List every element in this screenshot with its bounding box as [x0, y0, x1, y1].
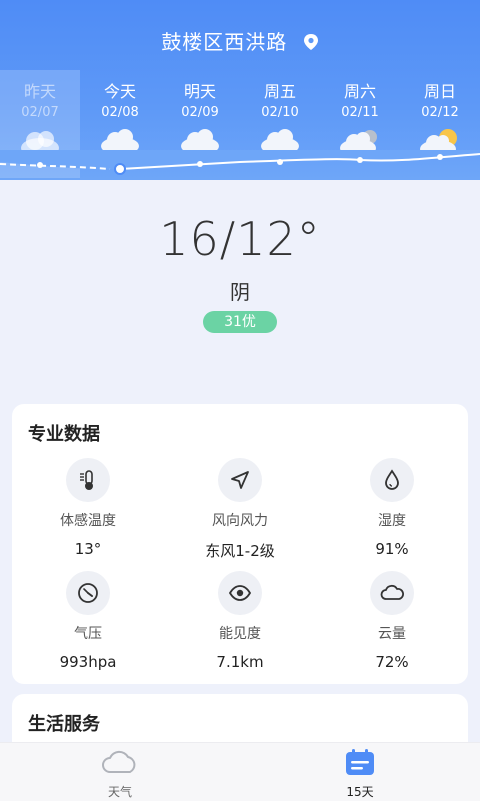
current-temperature: 16/12° [159, 212, 321, 266]
day-date: 02/08 [101, 105, 139, 120]
temperature-trend-line [0, 150, 480, 175]
trend-point [37, 162, 43, 168]
day-name: 今天 [103, 82, 136, 101]
location-pin-icon [303, 33, 318, 50]
aqi-badge[interactable]: 31优 [203, 311, 277, 333]
thermometer-icon [80, 470, 93, 490]
day-date: 02/09 [181, 105, 219, 120]
weather-icon [102, 750, 136, 773]
location-title[interactable]: 鼓楼区西洪路 [0, 26, 480, 55]
day-name: 周六 [343, 82, 376, 101]
trend-point [357, 157, 363, 163]
data-item-wind: 风向风力 东风1-2级 [164, 458, 316, 561]
day-date: 02/07 [21, 105, 59, 120]
data-label: 气压 [74, 626, 102, 642]
day-date: 02/11 [341, 105, 379, 120]
data-item-cloud: 云量 72% [316, 571, 468, 671]
data-label: 湿度 [378, 513, 406, 529]
day-name: 昨天 [23, 82, 56, 101]
data-label: 体感温度 [60, 513, 116, 529]
professional-data-card: 专业数据 体感温度 13° 风向风力 东风1-2级 湿度 91% 气压 993h… [12, 404, 468, 684]
data-value: 13° [74, 540, 102, 558]
current-condition: 阴 [230, 280, 250, 304]
day-date: 02/12 [421, 105, 459, 120]
data-value: 993hpa [59, 653, 117, 671]
tab-label: 天气 [107, 785, 132, 799]
data-value: 7.1km [216, 653, 264, 671]
card-title: 专业数据 [28, 424, 100, 445]
data-label: 能见度 [219, 626, 261, 642]
data-value: 91% [375, 540, 409, 558]
data-item-visibility: 能见度 7.1km [164, 571, 316, 671]
day-name: 明天 [183, 82, 216, 101]
data-value: 72% [375, 653, 409, 671]
trend-point [437, 154, 443, 160]
day-name: 周日 [423, 82, 456, 101]
card-title: 生活服务 [28, 714, 100, 735]
data-item-feels-like: 体感温度 13° [12, 458, 164, 558]
humidity-drop-icon [385, 469, 399, 490]
wind-direction-icon [231, 471, 249, 489]
tab-weather[interactable]: 天气 [60, 743, 180, 800]
trend-point-today [114, 163, 126, 175]
data-value: 东风1-2级 [205, 542, 275, 560]
calendar-icon [346, 749, 374, 775]
day-name: 周五 [263, 82, 296, 101]
visibility-eye-icon [228, 585, 252, 601]
bottom-tab-bar: 天气 15天 [0, 742, 480, 801]
data-label: 风向风力 [212, 513, 268, 529]
data-item-pressure: 气压 993hpa [12, 571, 164, 671]
tab-15-days[interactable]: 15天 [300, 743, 420, 800]
cloud-amount-icon [380, 584, 404, 600]
pressure-gauge-icon [78, 583, 98, 603]
data-label: 云量 [378, 626, 406, 642]
trend-point [277, 159, 283, 165]
day-date: 02/10 [261, 105, 299, 120]
data-item-humidity: 湿度 91% [316, 458, 468, 558]
trend-point [197, 161, 203, 167]
location-label: 鼓楼区西洪路 [161, 30, 288, 54]
tab-label: 15天 [346, 785, 374, 799]
